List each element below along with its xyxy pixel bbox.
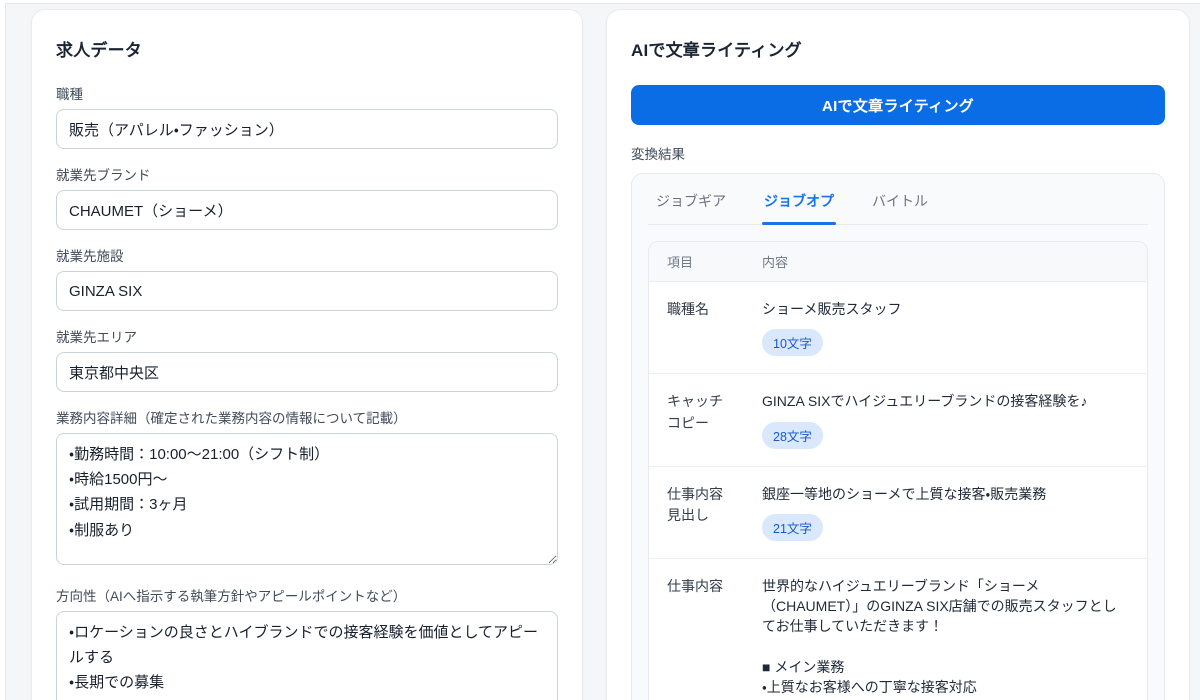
area-label: 就業先エリア: [56, 326, 558, 346]
result-table: 項目 内容 職種名 ショーメ販売スタッフ 10文字 キャッチコピー GINZA …: [648, 241, 1148, 700]
job-type-label: 職種: [56, 83, 558, 103]
table-row-job-description: 仕事内容 世界的なハイジュエリーブランド「ショーメ（CHAUMET）」のGINZ…: [649, 559, 1147, 700]
direction-label: 方向性（AIへ指示する執筆方針やアピールポイントなど）: [56, 585, 558, 605]
char-count-badge: 28文字: [762, 422, 823, 449]
field-facility: 就業先施設: [56, 245, 558, 311]
row-content-text: 世界的なハイジュエリーブランド「ショーメ（CHAUMET）」のGINZA SIX…: [762, 576, 1129, 700]
field-area: 就業先エリア: [56, 326, 558, 392]
row-content-text: 銀座一等地のショーメで上質な接客・販売業務: [762, 484, 1129, 504]
header-content-column: 内容: [762, 252, 1129, 271]
row-content-cell: GINZA SIXでハイジュエリーブランドの接客経験を♪ 28文字: [762, 391, 1129, 448]
row-item-label: 職種名: [667, 299, 729, 356]
char-count-badge: 21文字: [762, 514, 823, 541]
table-row-catch-copy: キャッチコピー GINZA SIXでハイジュエリーブランドの接客経験を♪ 28文…: [649, 374, 1147, 466]
work-details-label: 業務内容詳細（確定された業務内容の情報について記載）: [56, 407, 558, 427]
result-tabs: ジョブギア ジョブオプ バイトル: [648, 174, 1148, 225]
area-input[interactable]: [56, 352, 558, 392]
ai-writing-title: AIで文章ライティング: [631, 36, 1165, 61]
tab-baitoru[interactable]: バイトル: [870, 174, 930, 224]
facility-input[interactable]: [56, 271, 558, 311]
row-item-label: 仕事内容見出し: [667, 484, 729, 541]
brand-label: 就業先ブランド: [56, 164, 558, 184]
direction-textarea[interactable]: ・ロケーションの良さとハイブランドでの接客経験を価値としてアピールする ・長期で…: [56, 611, 558, 700]
job-data-card: 求人データ 職種 就業先ブランド 就業先施設 就業先エリア 業務内容詳細（確定さ…: [31, 9, 583, 700]
row-item-label: 仕事内容: [667, 576, 729, 700]
ai-writing-card: AIで文章ライティング AIで文章ライティング 変換結果 ジョブギア ジョブオプ…: [606, 9, 1190, 700]
row-content-cell: ショーメ販売スタッフ 10文字: [762, 299, 1129, 356]
row-item-label: キャッチコピー: [667, 391, 729, 448]
table-row-job-title: 職種名 ショーメ販売スタッフ 10文字: [649, 282, 1147, 374]
job-data-title: 求人データ: [56, 36, 558, 61]
row-content-cell: 世界的なハイジュエリーブランド「ショーメ（CHAUMET）」のGINZA SIX…: [762, 576, 1129, 700]
char-count-badge: 10文字: [762, 329, 823, 356]
field-work-details: 業務内容詳細（確定された業務内容の情報について記載） ・勤務時間：10:00〜2…: [56, 407, 558, 570]
row-content-cell: 銀座一等地のショーメで上質な接客・販売業務 21文字: [762, 484, 1129, 541]
tab-jobop[interactable]: ジョブオプ: [762, 174, 836, 224]
header-item-column: 項目: [667, 252, 729, 271]
row-content-text: ショーメ販売スタッフ: [762, 299, 1129, 319]
field-brand: 就業先ブランド: [56, 164, 558, 230]
result-section-label: 変換結果: [631, 143, 1165, 163]
result-table-header: 項目 内容: [649, 242, 1147, 282]
field-job-type: 職種: [56, 83, 558, 149]
facility-label: 就業先施設: [56, 245, 558, 265]
brand-input[interactable]: [56, 190, 558, 230]
work-details-textarea[interactable]: ・勤務時間：10:00〜21:00（シフト制） ・時給1500円〜 ・試用期間：…: [56, 433, 558, 565]
table-row-job-heading: 仕事内容見出し 銀座一等地のショーメで上質な接客・販売業務 21文字: [649, 467, 1147, 559]
job-type-input[interactable]: [56, 109, 558, 149]
ai-writing-button[interactable]: AIで文章ライティング: [631, 85, 1165, 125]
row-content-text: GINZA SIXでハイジュエリーブランドの接客経験を♪: [762, 391, 1129, 411]
result-panel: ジョブギア ジョブオプ バイトル 項目 内容 職種名 ショーメ販売スタッフ 10…: [631, 173, 1165, 700]
tab-jobgear[interactable]: ジョブギア: [654, 174, 728, 224]
two-column-layout: 求人データ 職種 就業先ブランド 就業先施設 就業先エリア 業務内容詳細（確定さ…: [0, 0, 1200, 700]
field-direction: 方向性（AIへ指示する執筆方針やアピールポイントなど） ・ロケーションの良さとハ…: [56, 585, 558, 700]
